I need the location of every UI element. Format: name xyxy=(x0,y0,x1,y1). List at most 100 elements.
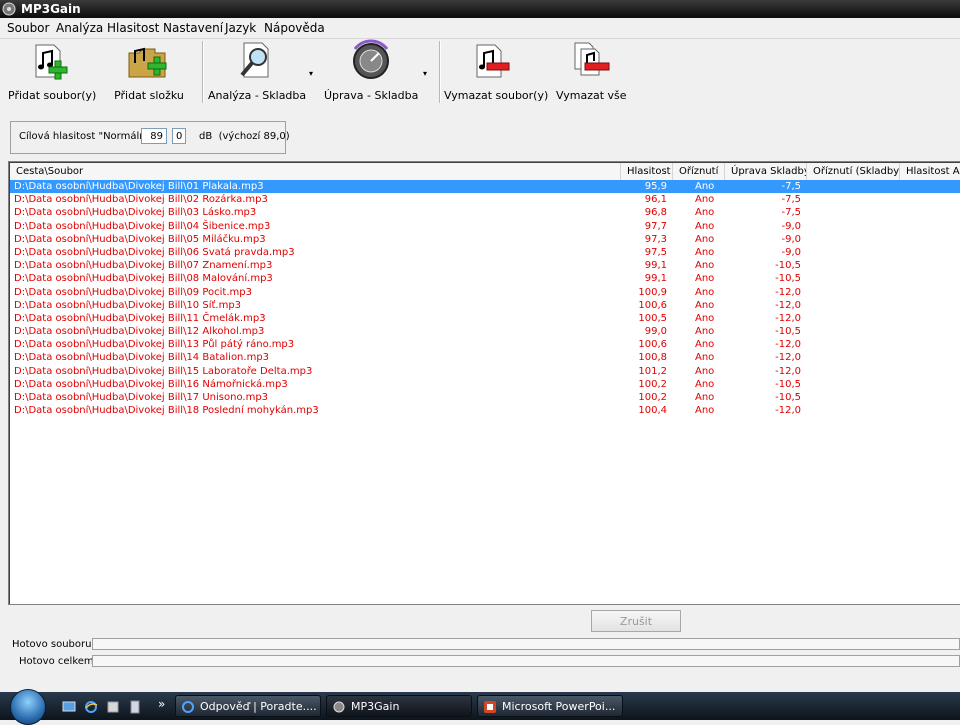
cell-track-gain: -7,5 xyxy=(781,194,801,206)
add-folder-button[interactable]: Přidat složku xyxy=(112,39,186,109)
remove-file-button[interactable]: Vymazat soubor(y) xyxy=(444,39,549,109)
file-list-header: Cesta\Soubor Hlasitost Oříznutí Úprava S… xyxy=(10,163,960,181)
remove-file-label: Vymazat soubor(y) xyxy=(444,89,549,102)
cell-path: D:\Data osobní\Hudba\Divokej Bill\05 Mil… xyxy=(14,233,266,245)
taskbar-item-label: Microsoft PowerPoi... xyxy=(502,700,616,713)
cell-path: D:\Data osobní\Hudba\Divokej Bill\06 Sva… xyxy=(14,246,295,258)
cell-track-gain: -12,0 xyxy=(775,352,801,364)
quick-launch-more-icon[interactable]: » xyxy=(158,697,165,711)
analysis-track-button[interactable]: Analýza - Skladba xyxy=(208,39,306,109)
cell-volume: 95,9 xyxy=(644,181,667,192)
cancel-button[interactable]: Zrušit xyxy=(591,610,681,632)
cell-clipping: Ano xyxy=(695,299,715,311)
remove-all-icon xyxy=(574,42,610,76)
target-volume-integer-input[interactable]: 89 xyxy=(141,128,167,144)
column-volume[interactable]: Hlasitost xyxy=(621,163,673,180)
explorer-icon[interactable] xyxy=(106,700,120,714)
table-row[interactable]: D:\Data osobní\Hudba\Divokej Bill\18 Pos… xyxy=(10,404,960,417)
table-row[interactable]: D:\Data osobní\Hudba\Divokej Bill\08 Mal… xyxy=(10,272,960,285)
column-path[interactable]: Cesta\Soubor xyxy=(10,163,621,180)
cell-track-gain: -7,5 xyxy=(781,207,801,219)
cell-volume: 100,9 xyxy=(638,286,667,298)
taskbar-item-browser[interactable]: Odpověď | Poradte.... xyxy=(175,695,321,717)
show-desktop-icon[interactable] xyxy=(62,700,76,714)
internet-explorer-icon[interactable] xyxy=(84,700,98,714)
add-file-label: Přidat soubor(y) xyxy=(8,89,97,102)
table-row[interactable]: D:\Data osobní\Hudba\Divokej Bill\13 Půl… xyxy=(10,338,960,351)
cell-volume: 96,1 xyxy=(644,194,667,206)
menu-bar: Soubor Analýza Hlasitost Nastavení Jazyk… xyxy=(0,18,960,39)
table-row[interactable]: D:\Data osobní\Hudba\Divokej Bill\06 Sva… xyxy=(10,246,960,259)
table-row[interactable]: D:\Data osobní\Hudba\Divokej Bill\12 Alk… xyxy=(10,325,960,338)
cell-volume: 99,1 xyxy=(644,273,667,285)
column-track-clipping[interactable]: Oříznutí (Skladby) xyxy=(807,163,900,180)
table-row[interactable]: D:\Data osobní\Hudba\Divokej Bill\09 Poc… xyxy=(10,286,960,299)
cell-clipping: Ano xyxy=(695,312,715,324)
calculator-icon[interactable] xyxy=(128,700,142,714)
internet-explorer-icon xyxy=(182,701,194,713)
cell-clipping: Ano xyxy=(695,220,715,232)
remove-all-button[interactable]: Vymazat vše xyxy=(556,39,627,109)
table-row[interactable]: D:\Data osobní\Hudba\Divokej Bill\15 Lab… xyxy=(10,365,960,378)
add-file-button[interactable]: Přidat soubor(y) xyxy=(8,39,97,109)
modify-track-button[interactable]: Úprava - Skladba xyxy=(324,39,418,109)
cell-track-gain: -10,5 xyxy=(775,392,801,403)
analysis-icon xyxy=(240,42,269,78)
cell-volume: 99,0 xyxy=(644,326,667,338)
toolbar-separator xyxy=(202,41,204,103)
modify-dropdown-icon[interactable]: ▾ xyxy=(423,69,427,78)
column-album-volume[interactable]: Hlasitost Al xyxy=(900,163,960,180)
cell-path: D:\Data osobní\Hudba\Divokej Bill\03 Lás… xyxy=(14,207,257,219)
cell-clipping: Ano xyxy=(695,246,715,258)
menu-jazyk[interactable]: Jazyk xyxy=(225,21,256,35)
table-row[interactable]: D:\Data osobní\Hudba\Divokej Bill\17 Uni… xyxy=(10,391,960,404)
table-row[interactable]: D:\Data osobní\Hudba\Divokej Bill\16 Nám… xyxy=(10,378,960,391)
unit-label: dB xyxy=(199,131,213,142)
cell-volume: 96,8 xyxy=(644,207,667,219)
table-row[interactable]: D:\Data osobní\Hudba\Divokej Bill\05 Mil… xyxy=(10,233,960,246)
column-track-gain[interactable]: Úprava Skladby xyxy=(725,163,807,180)
column-clipping[interactable]: Oříznutí xyxy=(673,163,725,180)
menu-napoveda[interactable]: Nápověda xyxy=(264,21,325,35)
default-value-label: (výchozí 89,0) xyxy=(218,131,290,142)
toolbar: Přidat soubor(y) Přidat složku Analýza -… xyxy=(0,39,960,111)
cell-clipping: Ano xyxy=(695,405,715,417)
file-list[interactable]: Cesta\Soubor Hlasitost Oříznutí Úprava S… xyxy=(8,161,960,605)
cell-volume: 99,1 xyxy=(644,260,667,272)
taskbar-item-powerpoint[interactable]: Microsoft PowerPoi... xyxy=(477,695,623,717)
taskbar-item-mp3gain[interactable]: MP3Gain xyxy=(326,695,472,717)
cell-clipping: Ano xyxy=(695,326,715,338)
cell-path: D:\Data osobní\Hudba\Divokej Bill\07 Zna… xyxy=(14,260,273,272)
cell-track-gain: -10,5 xyxy=(775,273,801,285)
cell-path: D:\Data osobní\Hudba\Divokej Bill\08 Mal… xyxy=(14,273,273,285)
target-volume-label: Cílová hlasitost "Normální": xyxy=(19,131,157,142)
toolbar-separator xyxy=(439,41,441,103)
table-row[interactable]: D:\Data osobní\Hudba\Divokej Bill\02 Roz… xyxy=(10,193,960,206)
taskbar-item-label: Odpověď | Poradte.... xyxy=(200,700,317,713)
table-row[interactable]: D:\Data osobní\Hudba\Divokej Bill\01 Pla… xyxy=(10,180,960,194)
window-title: MP3Gain xyxy=(21,2,81,16)
target-volume-panel: Cílová hlasitost "Normální": 89 , 0 dB (… xyxy=(10,121,290,154)
cell-volume: 97,5 xyxy=(644,246,667,258)
file-list-rows: D:\Data osobní\Hudba\Divokej Bill\01 Pla… xyxy=(10,180,960,417)
cell-volume: 97,3 xyxy=(644,233,667,245)
menu-analyza[interactable]: Analýza xyxy=(56,21,103,35)
table-row[interactable]: D:\Data osobní\Hudba\Divokej Bill\04 Šib… xyxy=(10,220,960,233)
cell-volume: 100,6 xyxy=(638,299,667,311)
analysis-dropdown-icon[interactable]: ▾ xyxy=(309,69,313,78)
menu-nastaveni[interactable]: Nastavení xyxy=(163,21,223,35)
table-row[interactable]: D:\Data osobní\Hudba\Divokej Bill\11 Čme… xyxy=(10,312,960,325)
table-row[interactable]: D:\Data osobní\Hudba\Divokej Bill\07 Zna… xyxy=(10,259,960,272)
cell-clipping: Ano xyxy=(695,286,715,298)
menu-soubor[interactable]: Soubor xyxy=(7,21,49,35)
table-row[interactable]: D:\Data osobní\Hudba\Divokej Bill\10 Síť… xyxy=(10,299,960,312)
target-volume-fraction-input[interactable]: 0 xyxy=(172,128,186,144)
cell-volume: 97,7 xyxy=(644,220,667,232)
cell-track-gain: -12,0 xyxy=(775,405,801,417)
table-row[interactable]: D:\Data osobní\Hudba\Divokej Bill\03 Lás… xyxy=(10,206,960,219)
mp3gain-app-icon xyxy=(2,2,16,16)
menu-hlasitost[interactable]: Hlasitost xyxy=(107,21,159,35)
cell-path: D:\Data osobní\Hudba\Divokej Bill\01 Pla… xyxy=(14,181,264,192)
cell-volume: 100,4 xyxy=(638,405,667,417)
table-row[interactable]: D:\Data osobní\Hudba\Divokej Bill\14 Bat… xyxy=(10,351,960,364)
